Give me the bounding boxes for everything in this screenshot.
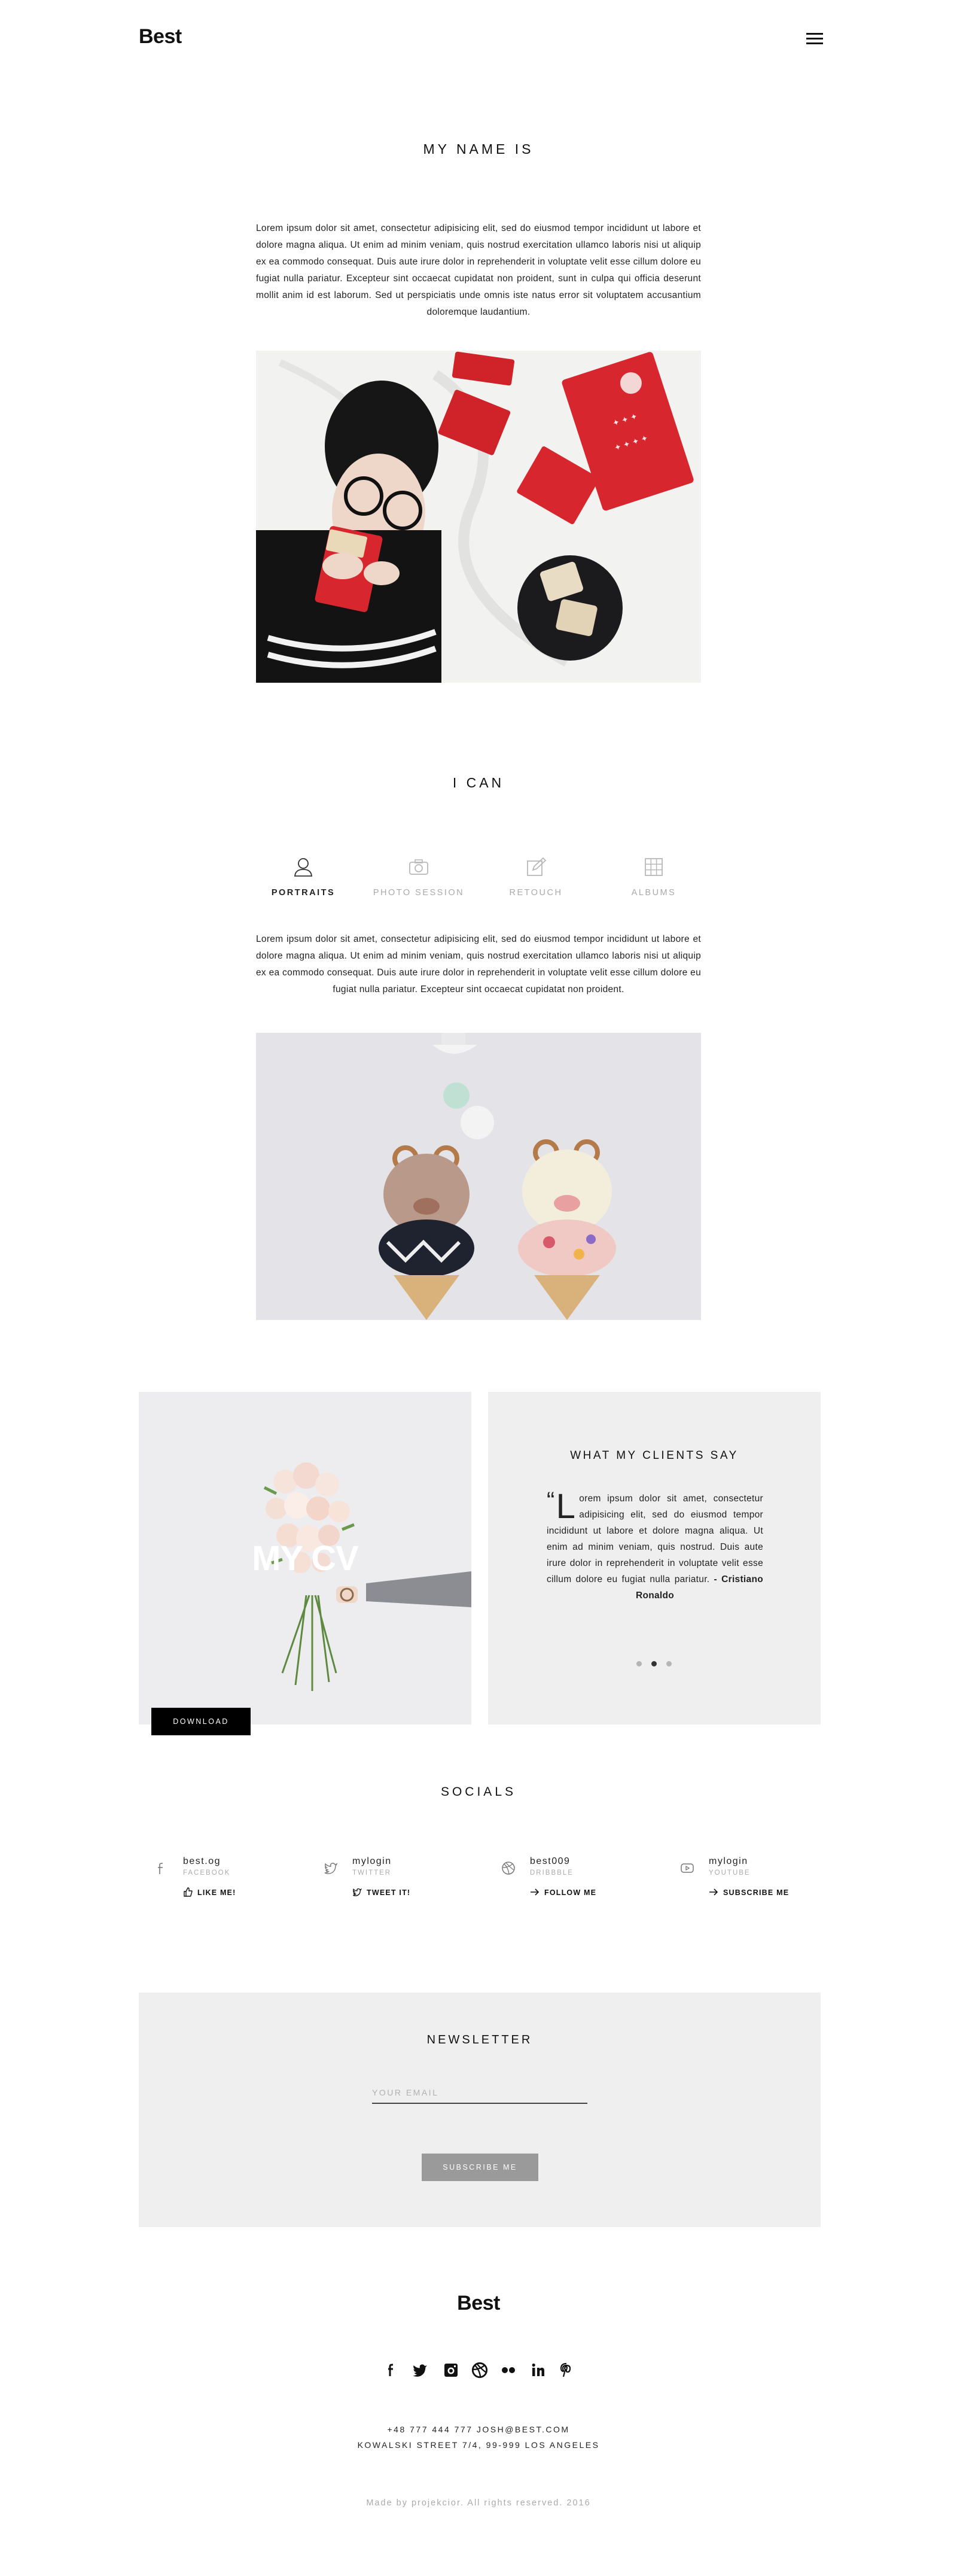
social-action-label: LIKE ME! [197,1888,236,1897]
social-handle: mylogin [709,1856,748,1866]
tab-albums-label: ALBUMS [631,888,676,898]
cv-title: MY CV [252,1539,359,1578]
social-network: TWITTER [352,1869,392,1877]
skills-text: Lorem ipsum dolor sit amet, consectetur … [256,934,701,994]
youtube-icon [681,1863,694,1873]
testimonial-title: WHAT MY CLIENTS SAY [570,1449,739,1462]
social-action-label: TWEET IT! [367,1888,411,1897]
facebook-icon [158,1863,163,1874]
arrow-right-icon [709,1888,718,1896]
facebook-like-link[interactable]: LIKE ME! [183,1887,236,1897]
social-twitter[interactable]: mylogin TWITTER TWEET IT! [324,1856,473,1898]
skills-title: I CAN [452,775,505,790]
pinterest-icon[interactable] [558,2362,575,2379]
social-handle: mylogin [352,1856,392,1866]
about-photo: ✦ ✦ ✦ ✦ ✦ ✦ ✦ [256,351,701,683]
footer-contact-line2: KOWALSKI STREET 7/4, 99-999 LOS ANGELES [357,2440,600,2450]
quote-text: orem ipsum dolor sit amet, consectetur a… [547,1494,763,1584]
camera-icon [409,859,428,875]
instagram-icon[interactable] [443,2362,459,2379]
social-youtube[interactable]: mylogin YOUTUBE SUBSCRIBE ME [680,1856,830,1898]
tab-portraits-label: PORTRAITS [271,888,336,898]
dribbble-icon [502,1862,515,1875]
youtube-subscribe-link[interactable]: SUBSCRIBE ME [709,1887,789,1897]
tab-albums[interactable]: ALBUMS [594,857,714,898]
tab-photo-session[interactable]: PHOTO SESSION [359,857,478,898]
testimonial-quote: “ L orem ipsum dolor sit amet, consectet… [547,1487,763,1604]
twitter-icon[interactable] [412,2362,428,2379]
social-action-label: SUBSCRIBE ME [723,1888,790,1897]
about-title: MY NAME IS [423,141,534,157]
social-action-label: FOLLOW ME [544,1888,597,1897]
footer-logo[interactable]: Best [0,2292,957,2315]
social-network: DRIBBBLE [530,1869,574,1877]
tab-retouch-label: RETOUCH [509,888,563,898]
about-text: Lorem ipsum dolor sit amet, consectetur … [256,223,701,317]
dribbble-follow-link[interactable]: FOLLOW ME [530,1887,596,1897]
social-dribbble[interactable]: best009 DRIBBBLE FOLLOW ME [501,1856,651,1898]
carousel-dot-1[interactable] [636,1661,642,1666]
subscribe-button[interactable]: SUBSCRIBE ME [422,2154,538,2181]
grid-icon [645,858,663,876]
carousel-dot-3[interactable] [666,1661,672,1666]
quote-mark: “ [547,1488,555,1514]
facebook-icon[interactable] [383,2362,400,2379]
edit-icon [527,857,546,876]
newsletter-email-input[interactable] [372,2082,587,2104]
testimonial-quote-body: “ L orem ipsum dolor sit amet, consectet… [547,1487,763,1604]
footer-copyright: Made by projekcior. All rights reserved.… [366,2498,591,2508]
tab-portraits[interactable]: PORTRAITS [243,857,363,898]
thumbs-up-icon [184,1887,193,1897]
newsletter-panel: NEWSLETTER SUBSCRIBE ME [139,1993,821,2227]
user-icon [294,858,312,877]
dribbble-icon[interactable] [471,2362,488,2379]
twitter-tweet-link[interactable]: TWEET IT! [352,1887,410,1897]
cv-download-button[interactable]: DOWNLOAD [151,1708,251,1735]
social-facebook[interactable]: best.og FACEBOOK LIKE ME! [154,1856,304,1898]
tab-retouch[interactable]: RETOUCH [476,857,596,898]
quote-initial: L [556,1487,576,1526]
footer-contact-line1: +48 777 444 777 JOSH@BEST.COM [387,2425,570,2434]
linkedin-icon[interactable] [530,2362,547,2379]
newsletter-title: NEWSLETTER [426,2033,533,2046]
arrow-right-icon [531,1888,540,1896]
social-network: YOUTUBE [709,1869,751,1877]
social-handle: best.og [183,1856,221,1866]
cv-photo: MY CV [139,1392,471,1725]
twitter-icon [324,1863,338,1875]
socials-title: SOCIALS [440,1785,517,1799]
tab-photo-session-label: PHOTO SESSION [373,888,465,898]
hamburger-menu-icon[interactable] [806,33,823,46]
carousel-dot-2[interactable] [651,1661,657,1666]
twitter-icon [353,1888,362,1896]
social-network: FACEBOOK [183,1869,231,1877]
header-logo[interactable]: Best [139,25,182,48]
flickr-icon[interactable] [500,2362,517,2379]
testimonial-panel: WHAT MY CLIENTS SAY “ L orem ipsum dolor… [488,1392,821,1725]
social-handle: best009 [530,1856,571,1866]
skills-photo [256,1033,701,1320]
